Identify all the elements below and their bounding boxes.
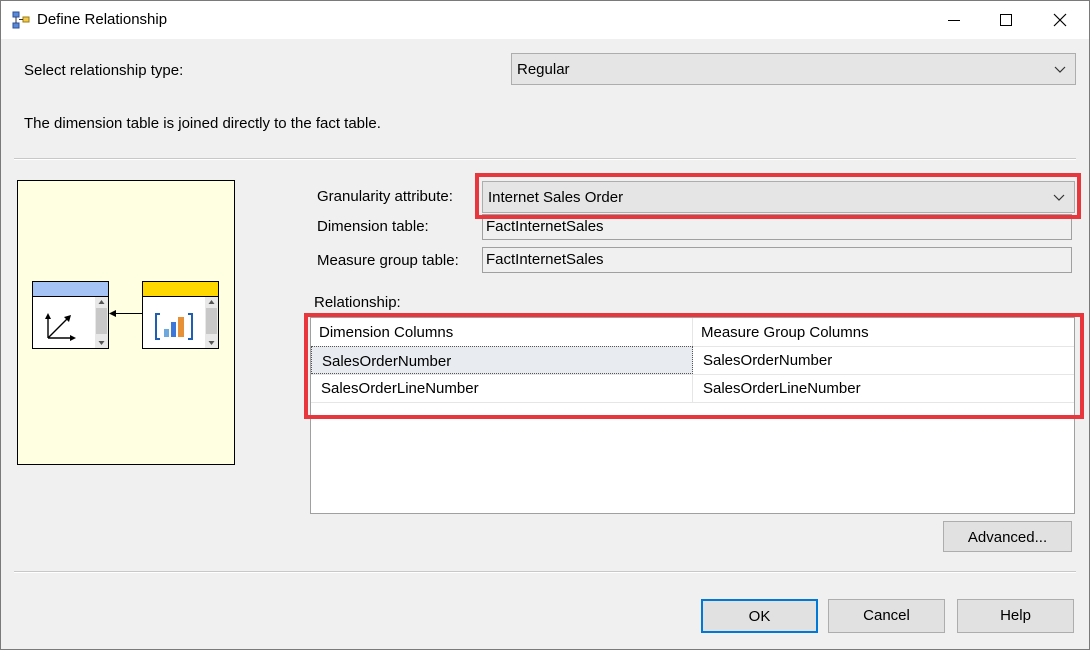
relationship-type-description: The dimension table is joined directly t… [24,115,381,132]
relationship-label: Relationship: [314,294,401,311]
maximize-icon [1000,14,1012,26]
relationship-diagram [17,180,235,465]
relationship-type-label: Select relationship type: [24,62,184,79]
window-title: Define Relationship [37,11,168,28]
measure-group-column-cell[interactable]: SalesOrderNumber [693,346,1074,374]
granularity-attribute-dropdown[interactable]: Internet Sales Order [482,181,1075,213]
measure-group-table-value: FactInternetSales [486,251,604,268]
measure-group-table-field[interactable]: FactInternetSales [482,247,1072,273]
help-button[interactable]: Help [957,599,1074,633]
dimension-column-cell[interactable]: SalesOrderLineNumber [311,374,693,402]
granularity-attribute-value: Internet Sales Order [488,189,624,206]
relationship-grid[interactable]: Dimension Columns Measure Group Columns … [310,317,1075,514]
relationship-app-icon [12,11,30,29]
minimize-button[interactable] [927,1,981,39]
grid-header-row: Dimension Columns Measure Group Columns [311,318,1074,347]
measure-group-column-cell[interactable]: SalesOrderLineNumber [693,374,1074,402]
relationship-type-dropdown[interactable]: Regular [511,53,1076,85]
relationship-type-value: Regular [517,61,570,78]
dimension-table-label: Dimension table: [317,218,429,235]
cancel-button[interactable]: Cancel [828,599,945,633]
dimension-table-value: FactInternetSales [486,218,604,235]
define-relationship-dialog: Define Relationship Select relationship … [0,0,1090,650]
close-button[interactable] [1033,1,1087,39]
fact-table-graphic [142,281,219,349]
granularity-attribute-label: Granularity attribute: [317,188,453,205]
dimension-column-cell[interactable]: SalesOrderNumber [311,346,693,374]
advanced-button[interactable]: Advanced... [943,521,1072,552]
separator-top-highlight [14,159,1076,160]
chevron-down-icon [1053,194,1065,201]
close-icon [1053,13,1067,27]
maximize-button[interactable] [979,1,1033,39]
minimize-icon [948,20,960,21]
separator-bottom-highlight [14,572,1076,573]
ok-button[interactable]: OK [701,599,818,633]
column-header-dimension[interactable]: Dimension Columns [311,318,693,346]
column-header-measure-group[interactable]: Measure Group Columns [693,318,1074,346]
table-row[interactable]: SalesOrderLineNumber SalesOrderLineNumbe… [311,374,1074,403]
relationship-diagram-graphic [32,281,219,349]
title-bar: Define Relationship [1,1,1089,39]
table-row[interactable]: SalesOrderNumber SalesOrderNumber [311,346,1074,375]
chevron-down-icon [1054,66,1066,73]
dimension-table-field[interactable]: FactInternetSales [482,214,1072,240]
measure-group-table-label: Measure group table: [317,252,459,269]
dimension-table-graphic [32,281,109,349]
